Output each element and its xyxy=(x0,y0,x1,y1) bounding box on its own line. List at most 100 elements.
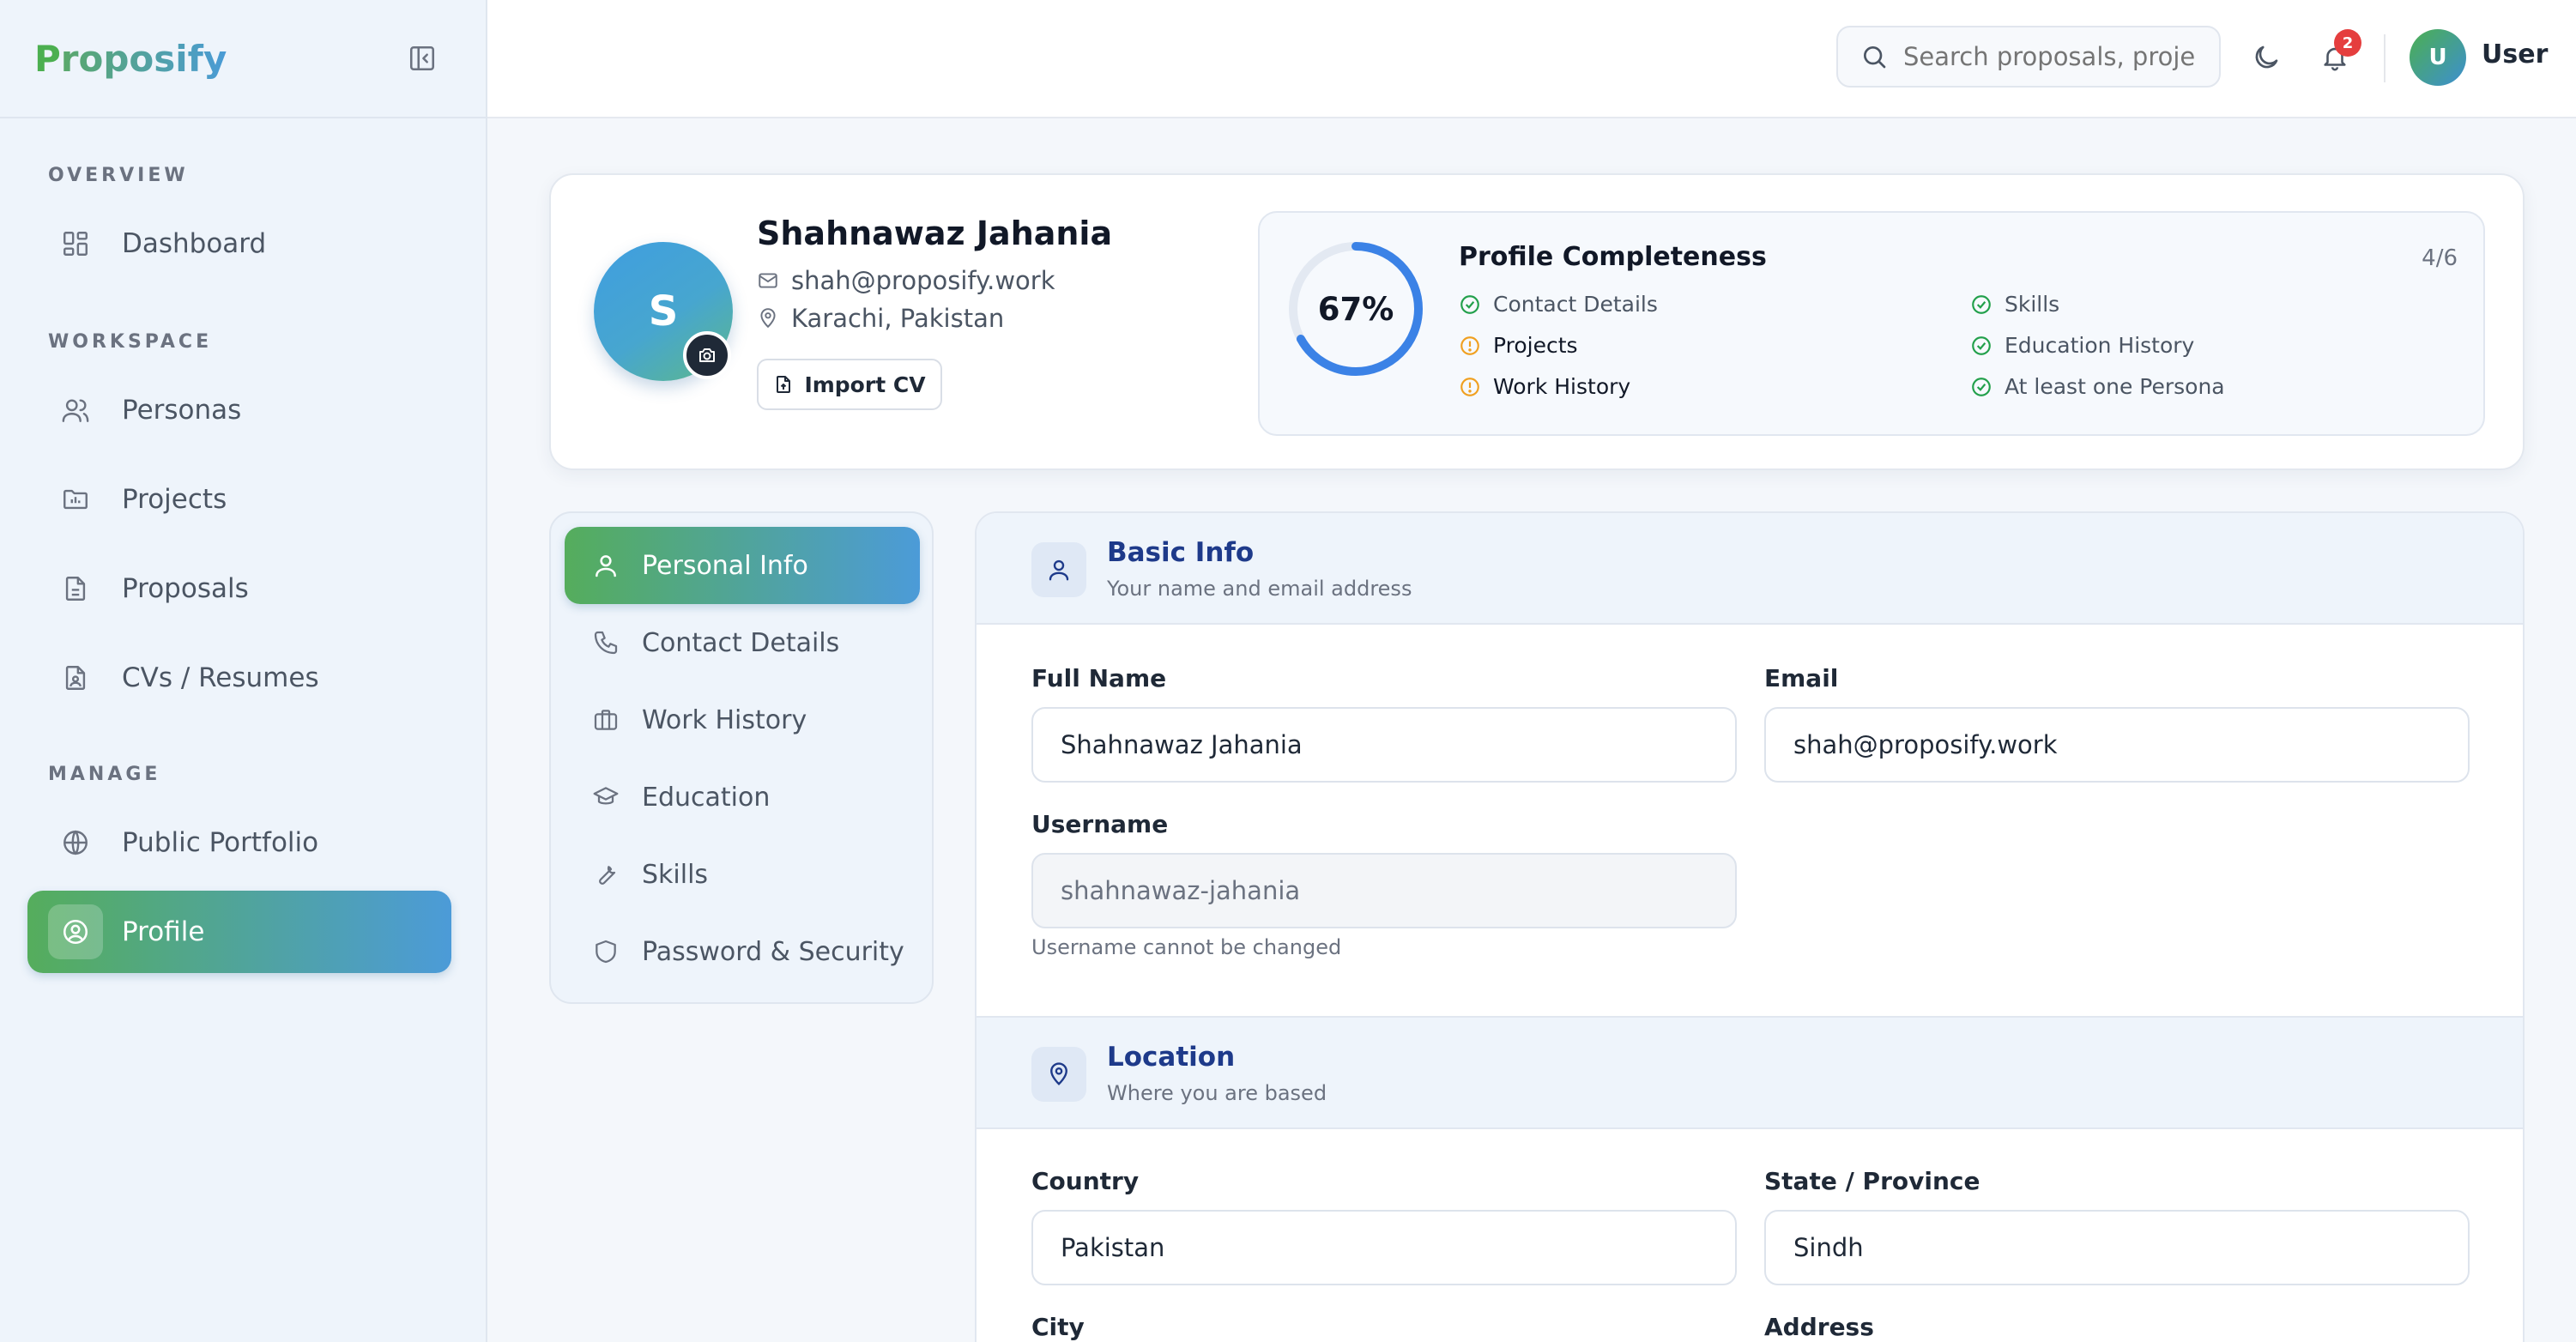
user-avatar[interactable]: U xyxy=(2410,29,2466,86)
profile-email-line: shah@proposify.work xyxy=(757,266,1055,295)
sidebar-item-cvs-resumes[interactable]: CVs / Resumes xyxy=(27,637,451,719)
check-contact-details: Contact Details xyxy=(1459,292,1658,317)
header-divider xyxy=(2384,34,2386,82)
country-input[interactable] xyxy=(1031,1210,1737,1285)
collapse-sidebar-button[interactable] xyxy=(407,43,438,74)
file-user-icon xyxy=(48,650,103,705)
location-subtitle: Where you are based xyxy=(1107,1081,1327,1105)
import-cv-button[interactable]: Import CV xyxy=(757,359,942,410)
username-hint: Username cannot be changed xyxy=(1031,935,1342,959)
state-input[interactable] xyxy=(1764,1210,2470,1285)
warning-circle-icon xyxy=(1460,336,1479,355)
check-work-history: Work History xyxy=(1459,374,1630,399)
section-label-overview: OVERVIEW xyxy=(48,165,189,186)
check-circle-icon xyxy=(1972,377,1991,396)
basic-info-subtitle: Your name and email address xyxy=(1107,577,1412,601)
tab-password-security[interactable]: Password & Security xyxy=(565,913,920,990)
sidebar-item-personas[interactable]: Personas xyxy=(27,369,451,451)
theme-toggle-button[interactable] xyxy=(2246,38,2286,77)
search-box[interactable] xyxy=(1836,26,2221,88)
sidebar-item-label: Dashboard xyxy=(122,228,267,259)
profile-summary-card: S Shahnawaz Jahania shah@proposify.work … xyxy=(549,173,2525,470)
notification-badge: 2 xyxy=(2334,29,2361,57)
warning-circle-icon xyxy=(1460,377,1479,396)
state-label: State / Province xyxy=(1764,1167,1980,1195)
country-label: Country xyxy=(1031,1167,1140,1195)
change-photo-button[interactable] xyxy=(683,331,731,379)
tab-label: Password & Security xyxy=(642,936,904,967)
completeness-count: 4/6 xyxy=(2422,245,2458,271)
tab-label: Education xyxy=(642,782,771,813)
full-name-label: Full Name xyxy=(1031,664,1167,692)
sidebar-item-label: Proposals xyxy=(122,573,249,604)
completeness-title: Profile Completeness xyxy=(1459,242,1767,272)
tab-skills[interactable]: Skills xyxy=(565,836,920,913)
full-name-input[interactable] xyxy=(1031,707,1737,783)
sidebar-item-label: Public Portfolio xyxy=(122,827,319,858)
check-label: Skills xyxy=(2005,292,2060,317)
graduation-cap-icon xyxy=(593,787,619,805)
sidebar-item-label: CVs / Resumes xyxy=(122,662,319,693)
user-icon xyxy=(1031,542,1086,597)
check-label: Education History xyxy=(2005,333,2195,358)
check-label: Projects xyxy=(1493,333,1578,358)
check-circle-icon xyxy=(1460,294,1479,314)
map-pin-icon xyxy=(1031,1047,1086,1102)
profile-name: Shahnawaz Jahania xyxy=(757,215,1113,252)
location-header: Location Where you are based xyxy=(977,1016,2523,1129)
profile-tabs: Personal Info Contact Details Work Histo… xyxy=(549,511,934,1004)
check-label: Contact Details xyxy=(1493,292,1658,317)
logo-initial: P xyxy=(34,37,61,80)
wrench-icon xyxy=(599,866,616,885)
profile-location: Karachi, Pakistan xyxy=(791,304,1005,333)
check-circle-icon xyxy=(1972,336,1991,355)
users-icon xyxy=(48,383,103,438)
user-name[interactable]: User xyxy=(2482,39,2548,70)
tab-work-history[interactable]: Work History xyxy=(565,681,920,759)
tab-contact-details[interactable]: Contact Details xyxy=(565,604,920,681)
check-label: At least one Persona xyxy=(2005,374,2225,399)
briefcase-icon xyxy=(594,710,618,730)
address-label: Address xyxy=(1764,1313,1874,1341)
logo-text: roposify xyxy=(60,37,227,80)
username-label: Username xyxy=(1031,810,1169,838)
location-title: Location xyxy=(1107,1042,1236,1073)
check-circle-icon xyxy=(1972,294,1991,314)
sidebar-item-dashboard[interactable]: Dashboard xyxy=(27,203,451,285)
sidebar-item-public-portfolio[interactable]: Public Portfolio xyxy=(27,801,451,884)
search-input[interactable] xyxy=(1903,42,2195,71)
map-pin-icon xyxy=(760,308,776,329)
city-label: City xyxy=(1031,1313,1085,1341)
section-label-workspace: WORKSPACE xyxy=(48,331,213,353)
tab-label: Work History xyxy=(642,704,807,735)
section-label-manage: MANAGE xyxy=(48,764,161,785)
sidebar-item-projects[interactable]: Projects xyxy=(27,458,451,541)
tab-personal-info[interactable]: Personal Info xyxy=(565,527,920,604)
shield-icon xyxy=(596,940,616,964)
profile-completeness-box: 67% Profile Completeness 4/6 Contact Det… xyxy=(1258,211,2485,436)
tab-education[interactable]: Education xyxy=(565,759,920,836)
user-icon xyxy=(596,555,616,577)
moon-icon xyxy=(2255,45,2278,69)
logo[interactable]: Proposify xyxy=(34,38,227,80)
check-persona: At least one Persona xyxy=(1970,374,2225,399)
file-upload-icon xyxy=(777,376,791,393)
email-input[interactable] xyxy=(1764,707,2470,783)
basic-info-title: Basic Info xyxy=(1107,537,1255,568)
sidebar: Proposify OVERVIEW Dashboard WORKSPACE P… xyxy=(0,0,487,1342)
check-label: Work History xyxy=(1493,374,1631,399)
search-icon xyxy=(1864,46,1886,69)
check-skills: Skills xyxy=(1970,292,2059,317)
personal-info-form: Basic Info Your name and email address F… xyxy=(975,511,2525,1342)
sidebar-item-profile[interactable]: Profile xyxy=(27,891,451,973)
completeness-percent: 67% xyxy=(1317,290,1394,328)
sidebar-item-proposals[interactable]: Proposals xyxy=(27,547,451,630)
tab-label: Personal Info xyxy=(642,550,808,581)
username-input xyxy=(1031,853,1737,928)
document-icon xyxy=(48,561,103,616)
folder-chart-icon xyxy=(48,472,103,527)
check-projects: Projects xyxy=(1459,333,1578,358)
top-header: 2 U User xyxy=(487,0,2576,118)
dashboard-icon xyxy=(48,216,103,271)
import-cv-label: Import CV xyxy=(804,372,926,397)
